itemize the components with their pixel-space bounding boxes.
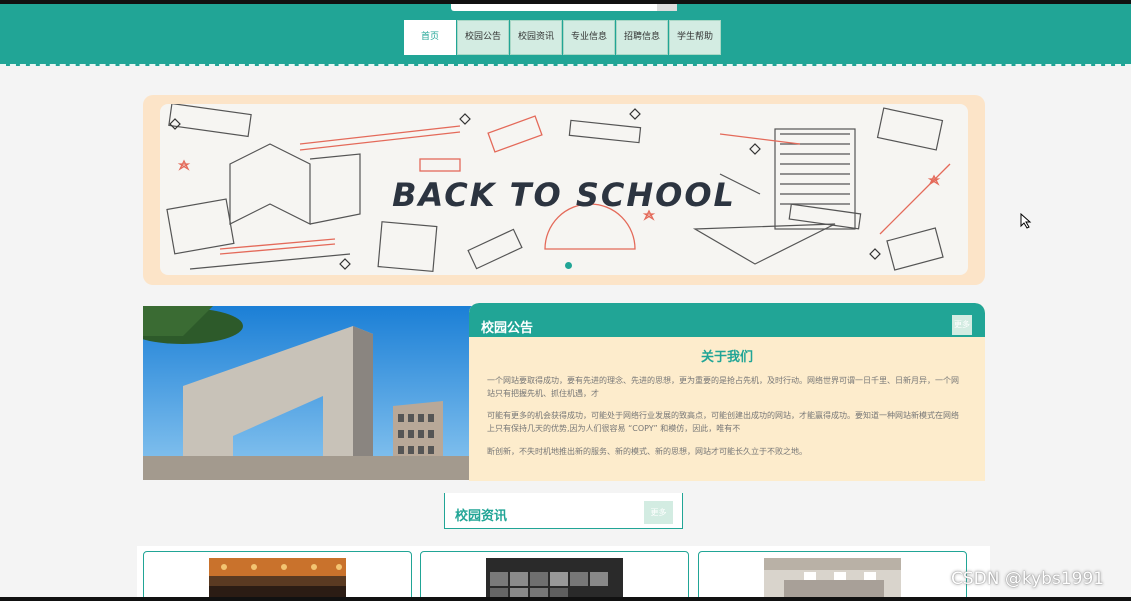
nav-item-major-info[interactable]: 专业信息 [563,20,615,55]
banner-carousel[interactable]: BACK TO SCHOOL [143,95,985,285]
nav-item-campus-news[interactable]: 校园资讯 [510,20,562,55]
notice-header: 校园公告 更多 [469,303,985,337]
carousel-indicator[interactable] [565,262,572,269]
campus-photo [143,306,473,480]
news-thumbnail [486,558,623,601]
news-title: 校园资讯 [455,509,508,524]
news-section-header: 校园资讯 更多 [444,493,683,529]
csdn-watermark: CSDN @kybs1991 [951,569,1105,589]
search-input[interactable] [451,4,677,11]
nav-item-job-info[interactable]: 招聘信息 [616,20,668,55]
notice-more-button[interactable]: 更多 [952,315,972,335]
nav-item-campus-notice[interactable]: 校园公告 [457,20,509,55]
notice-title: 校园公告 [481,321,534,336]
mouse-cursor-icon [1020,213,1032,229]
banner-title: BACK TO SCHOOL [392,176,736,214]
about-paragraph-2: 可能有更多的机会获得成功，可能处于网络行业发展的致高点，可能创建出成功的网站，才… [487,411,959,433]
about-paragraph-1: 一个网站要取得成功，要有先进的理念、先进的思想，更为重要的是抢占先机，及时行动。… [487,376,959,398]
news-card[interactable] [420,551,689,601]
search-button[interactable] [657,4,677,11]
news-thumbnail [209,558,346,601]
news-card[interactable] [698,551,967,601]
news-thumbnail [764,558,901,601]
site-logo-fragment [192,0,250,6]
about-paragraph-3: 断创新，不失时机地推出新的服务、新的模式、新的思想，网站才可能长久立于不败之地。 [487,447,807,456]
notice-panel: 校园公告 更多 关于我们 一个网站要取得成功，要有先进的理念、先进的思想，更为重… [469,303,985,481]
window-bottom-edge [0,597,1131,601]
nav-item-student-help[interactable]: 学生帮助 [669,20,721,55]
news-card[interactable] [143,551,412,601]
banner-image: BACK TO SCHOOL [160,104,968,275]
news-more-button[interactable]: 更多 [644,501,673,524]
about-us-title: 关于我们 [700,350,753,365]
main-nav: 首页 校园公告 校园资讯 专业信息 招聘信息 学生帮助 [404,20,721,55]
nav-item-home[interactable]: 首页 [404,20,456,55]
